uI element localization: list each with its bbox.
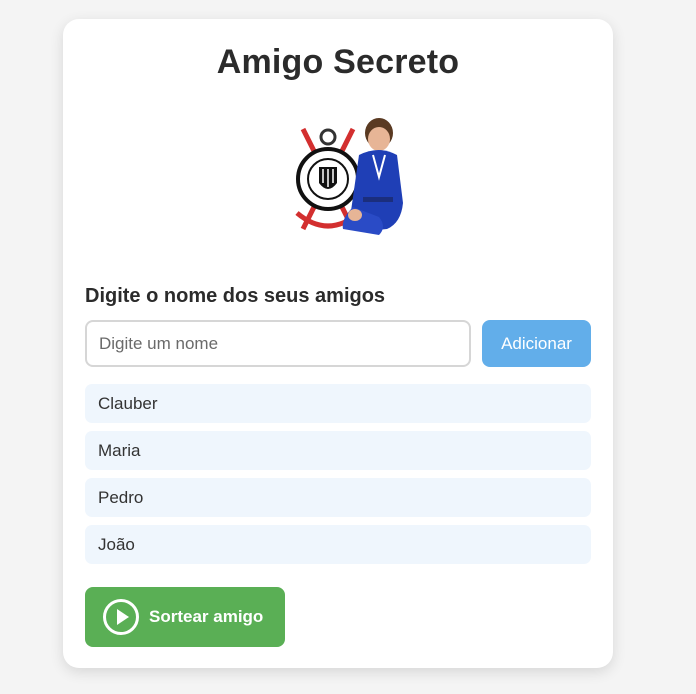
draw-button-label: Sortear amigo (149, 607, 264, 626)
secret-friend-card: Amigo Secreto Digite o nome dos seus ami (63, 19, 613, 668)
add-friend-button[interactable]: Adicionar (482, 320, 591, 367)
draw-friend-button[interactable]: Sortear amigo (85, 587, 285, 647)
list-item: João (85, 525, 591, 564)
play-circle-icon (103, 599, 139, 635)
friend-list: Clauber Maria Pedro João (85, 384, 591, 572)
list-item: Clauber (85, 384, 591, 423)
crest-icon (296, 147, 360, 211)
list-item: Maria (85, 431, 591, 470)
friend-name-input[interactable] (85, 320, 471, 367)
corinthians-boy-image (295, 118, 403, 235)
friends-input-label: Digite o nome dos seus amigos (85, 285, 386, 307)
list-item: Pedro (85, 478, 591, 517)
page-title: Amigo Secreto (216, 43, 460, 81)
